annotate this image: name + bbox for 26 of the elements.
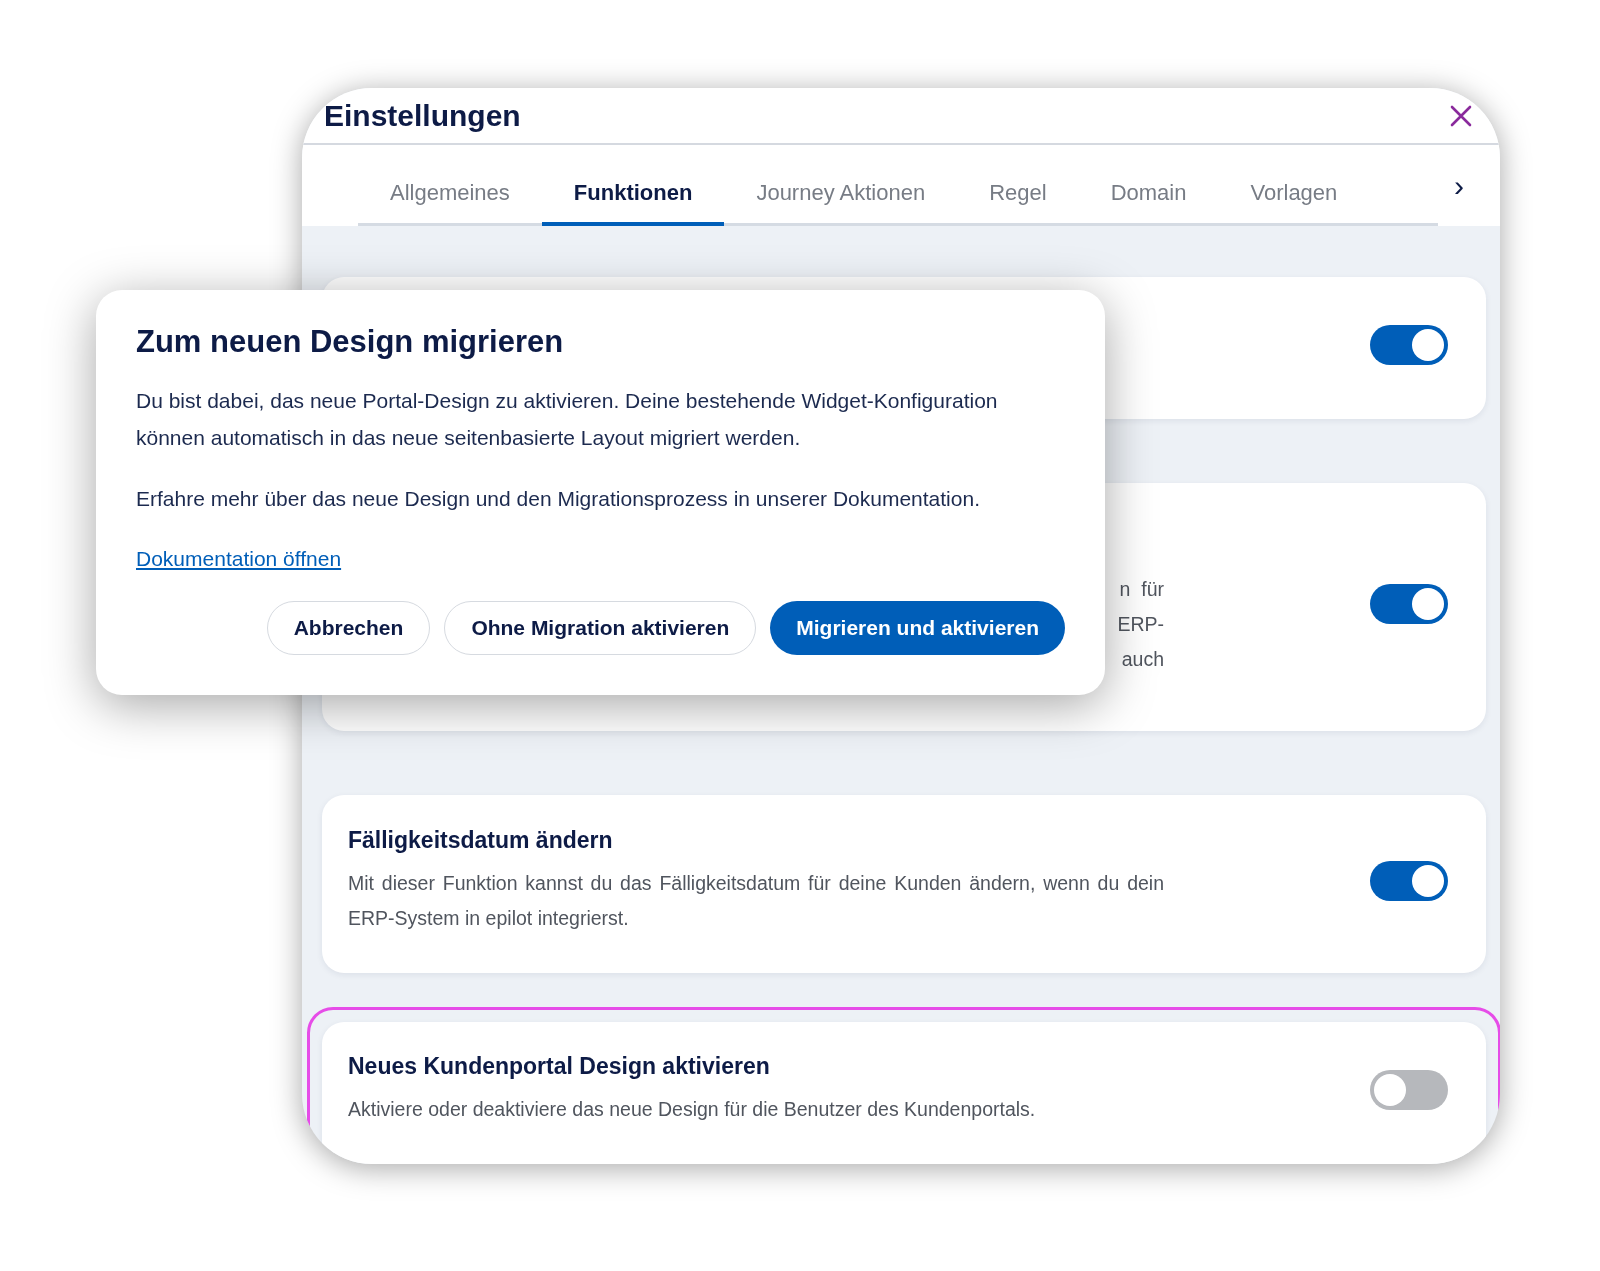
primary-button[interactable]: Migrieren und aktivieren (770, 601, 1065, 655)
toggle-switch[interactable] (1370, 325, 1448, 365)
scroll-tabs-button[interactable]: › (1438, 145, 1464, 226)
documentation-link[interactable]: Dokumentation öffnen (136, 547, 342, 571)
tab[interactable]: Domain (1078, 145, 1219, 226)
feature-description: Mit dieser Funktion kannst du das Fälligkeitsdatum für deine Kunden ändern, wenn du dein ERP-System in epilot integrierst. (348, 870, 1164, 931)
dialog-text: Du bist dabei, das neue Portal-Design zu aktivieren. Deine bestehende Widget-Konfiguration können automatisch in das neue seitenbasierte Layout migriert werden. (136, 388, 999, 451)
tab[interactable]: Regel (957, 145, 1079, 226)
tab[interactable]: Vorlagen (1218, 145, 1370, 226)
tab[interactable]: Journey Aktionen (724, 145, 958, 226)
window-title: Einstellungen (324, 98, 521, 133)
feature-title: Fälligkeitsdatum ändern (348, 826, 614, 854)
toggle-switch[interactable] (1370, 861, 1448, 901)
secondary-button[interactable]: Abbrechen (266, 601, 431, 655)
dialog-text: Erfahre mehr über das neue Design und den Migrationsprozess in unserer Dokumentation. (136, 486, 981, 512)
tab[interactable]: Allgemeines (358, 145, 542, 226)
dialog-title: Zum neuen Design migrieren (136, 324, 565, 360)
toggle-switch[interactable] (1370, 584, 1448, 624)
description-fragment: auch (1121, 646, 1164, 672)
tab[interactable]: Funktionen (541, 145, 725, 226)
description-fragment: n für (1119, 576, 1164, 602)
description-fragment: ERP- (1117, 611, 1164, 637)
secondary-button[interactable]: Ohne Migration aktivieren (444, 601, 757, 655)
feature-title: Neues Kundenportal Design aktivieren (348, 1053, 771, 1080)
feature-description: Aktiviere oder deaktiviere das neue Design für die Benutzer des Kundenportals. (348, 1097, 1037, 1122)
toggle-switch[interactable] (1370, 1070, 1448, 1110)
